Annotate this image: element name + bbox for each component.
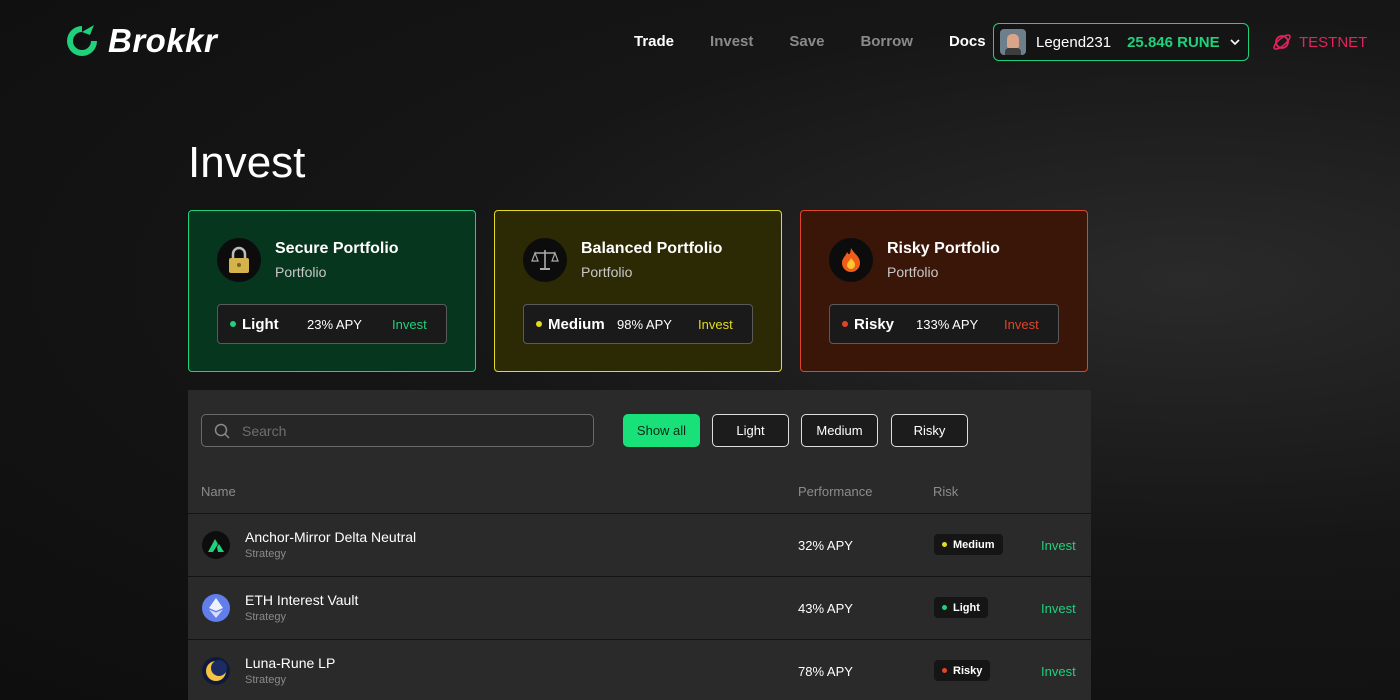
- risk-level: Risky: [854, 315, 895, 333]
- risk-dot: [230, 321, 236, 327]
- risk-dot: [536, 321, 542, 327]
- network-label: TESTNET: [1299, 33, 1368, 51]
- column-header-risk[interactable]: Risk: [933, 484, 958, 499]
- risk-badge: Risky: [934, 660, 991, 681]
- column-header-name[interactable]: Name: [201, 484, 236, 499]
- risk-dot: [942, 542, 947, 547]
- portfolio-summary: Risky 133% APY Invest: [829, 304, 1059, 344]
- nav-borrow[interactable]: Borrow: [860, 33, 913, 50]
- nav-invest[interactable]: Invest: [710, 33, 753, 50]
- portfolio-summary: Medium 98% APY Invest: [523, 304, 753, 344]
- scales-icon: [523, 238, 567, 282]
- account-balance: 25.846 RUNE: [1127, 33, 1220, 51]
- risk-level: Medium: [548, 315, 605, 333]
- risk-badge-label: Medium: [953, 538, 995, 551]
- portfolio-summary: Light 23% APY Invest: [217, 304, 447, 344]
- risk-level: Light: [242, 315, 279, 333]
- invest-link[interactable]: Invest: [1004, 317, 1039, 332]
- brand-name: Brokkr: [108, 22, 218, 59]
- luna-icon: [202, 657, 230, 685]
- risk-dot: [942, 605, 947, 610]
- strategy-name: Anchor-Mirror Delta Neutral: [245, 529, 417, 545]
- table-row[interactable]: Luna-Rune LP Strategy 78% APY Risky Inve…: [188, 639, 1091, 700]
- nav-trade[interactable]: Trade: [634, 33, 674, 50]
- risk-dot: [842, 321, 848, 327]
- portfolio-subtitle: Portfolio: [275, 264, 327, 280]
- strategy-name: ETH Interest Vault: [245, 592, 359, 608]
- strategy-panel: Show all Light Medium Risky Name Perform…: [188, 390, 1091, 700]
- lock-icon: [217, 238, 261, 282]
- anchor-icon: [202, 531, 230, 559]
- page-title: Invest: [188, 138, 306, 187]
- planet-icon: [1273, 34, 1291, 50]
- portfolio-card-secure[interactable]: Secure Portfolio Portfolio Light 23% APY…: [188, 210, 476, 372]
- portfolio-apy: 98% APY: [617, 316, 672, 332]
- avatar: [1000, 29, 1026, 55]
- network-indicator[interactable]: TESTNET: [1271, 31, 1367, 53]
- portfolio-apy: 23% APY: [307, 316, 362, 332]
- brokkr-logo-icon: [67, 25, 97, 56]
- strategy-type: Strategy: [245, 674, 286, 686]
- risk-badge: Medium: [934, 534, 1003, 555]
- invest-link[interactable]: Invest: [1041, 601, 1076, 616]
- filter-risky-button[interactable]: Risky: [891, 414, 968, 447]
- brand-logo[interactable]: Brokkr: [64, 22, 217, 60]
- search-icon: [214, 423, 230, 439]
- portfolio-card-risky[interactable]: Risky Portfolio Portfolio Risky 133% APY…: [800, 210, 1088, 372]
- portfolio-card-balanced[interactable]: Balanced Portfolio Portfolio Medium 98% …: [494, 210, 782, 372]
- nav-save[interactable]: Save: [789, 33, 824, 50]
- invest-link[interactable]: Invest: [698, 317, 733, 332]
- fire-icon: [829, 238, 873, 282]
- portfolio-subtitle: Portfolio: [887, 264, 939, 280]
- search-input[interactable]: [242, 422, 562, 439]
- risk-badge-label: Light: [953, 601, 980, 614]
- main-nav: Trade Invest Save Borrow Docs: [634, 33, 986, 50]
- risk-dot: [942, 668, 947, 673]
- nav-docs[interactable]: Docs: [949, 33, 986, 50]
- invest-link[interactable]: Invest: [1041, 664, 1076, 679]
- ethereum-icon: [202, 594, 230, 622]
- strategy-type: Strategy: [245, 548, 286, 560]
- strategy-type: Strategy: [245, 611, 286, 623]
- strategy-performance: 32% APY: [798, 538, 853, 553]
- table-row[interactable]: ETH Interest Vault Strategy 43% APY Ligh…: [188, 576, 1091, 639]
- search-box[interactable]: [201, 414, 594, 447]
- portfolio-subtitle: Portfolio: [581, 264, 633, 280]
- filter-light-button[interactable]: Light: [712, 414, 789, 447]
- strategy-performance: 43% APY: [798, 601, 853, 616]
- risk-badge: Light: [934, 597, 988, 618]
- filter-show-all-button[interactable]: Show all: [623, 414, 700, 447]
- portfolio-title: Secure Portfolio: [275, 240, 399, 257]
- invest-link[interactable]: Invest: [392, 317, 427, 332]
- account-username: Legend231: [1036, 33, 1112, 51]
- risk-badge-label: Risky: [953, 664, 983, 677]
- table-row[interactable]: Anchor-Mirror Delta Neutral Strategy 32%…: [188, 513, 1091, 576]
- column-header-performance[interactable]: Performance: [798, 484, 872, 499]
- portfolio-apy: 133% APY: [916, 316, 979, 332]
- portfolio-title: Risky Portfolio: [887, 240, 1000, 257]
- filter-medium-button[interactable]: Medium: [801, 414, 878, 447]
- strategy-performance: 78% APY: [798, 664, 853, 679]
- invest-link[interactable]: Invest: [1041, 538, 1076, 553]
- account-menu[interactable]: Legend231 25.846 RUNE: [993, 23, 1249, 61]
- strategy-name: Luna-Rune LP: [245, 655, 336, 671]
- portfolio-title: Balanced Portfolio: [581, 240, 723, 257]
- chevron-down-icon: [1230, 39, 1240, 46]
